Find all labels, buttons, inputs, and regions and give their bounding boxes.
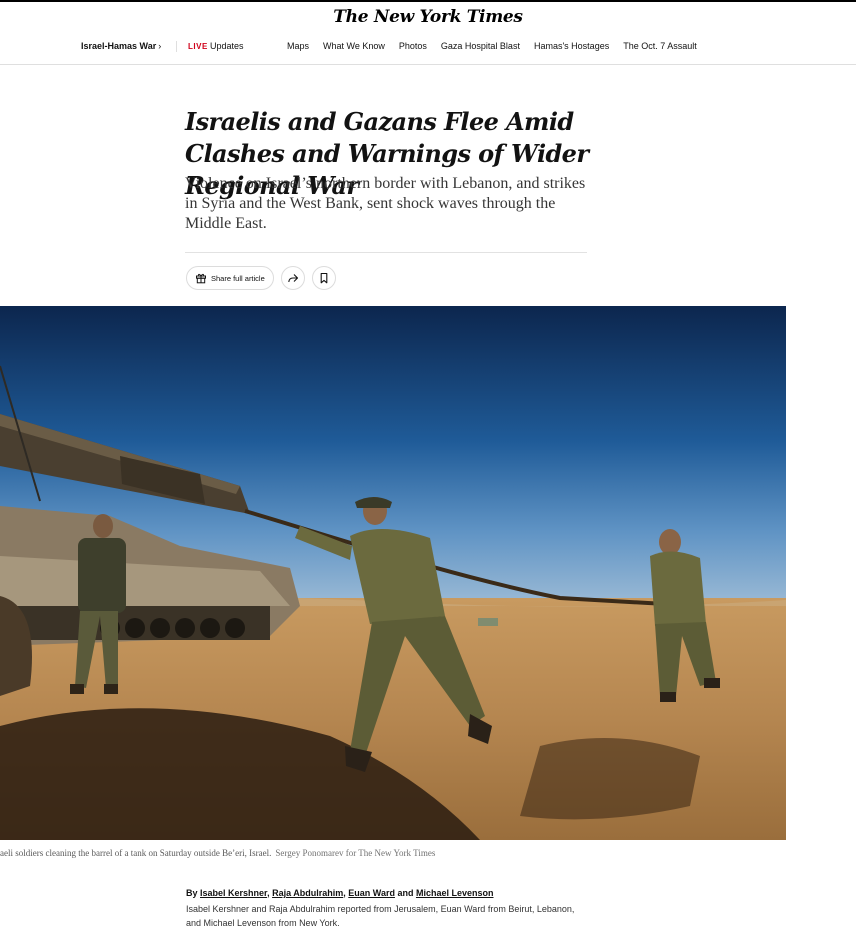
author-link[interactable]: Euan Ward [348,888,395,898]
bookmark-icon [320,272,328,284]
reporting-note: Isabel Kershner and Raja Abdulrahim repo… [186,904,575,928]
nav-link-photos[interactable]: Photos [399,41,427,51]
caption-text: aeli soldiers cleaning the barrel of a t… [0,848,272,858]
save-button[interactable] [312,266,336,290]
nav-link-hostages[interactable]: Hamas's Hostages [534,41,609,51]
live-badge: LIVE [188,42,208,51]
lead-photo [0,306,786,840]
byline: By Isabel Kershner, Raja Abdulrahim, Eua… [186,888,494,898]
headline-divider [185,252,587,253]
share-button[interactable] [281,266,305,290]
nav-links: Maps What We Know Photos Gaza Hospital B… [287,41,711,51]
nav-live-updates-link[interactable]: Updates [210,41,244,51]
byline-prefix: By [186,888,201,898]
nav-link-maps[interactable]: Maps [287,41,309,51]
nyt-logo[interactable]: The New York Times [333,7,523,27]
share-full-article-button[interactable]: Share full article [186,266,274,290]
nav-section-label: Israel-Hamas War [81,41,157,51]
author-link[interactable]: Isabel Kershner [200,888,267,898]
article-summary: Violence on Israel’s northern border wit… [185,175,586,232]
nav-divider [176,41,177,52]
share-arrow-icon [288,274,299,283]
gift-icon [196,273,206,284]
author-link[interactable]: Michael Levenson [416,888,494,898]
section-nav: Israel-Hamas War › LIVE Updates Maps What… [0,32,856,65]
nav-section-title[interactable]: Israel-Hamas War › [81,41,161,51]
photo-credit: Sergey Ponomarev for The New York Times [275,848,436,858]
chevron-right-icon: › [158,41,162,51]
share-button-label: Share full article [211,273,265,283]
masthead: The New York Times [0,2,856,32]
soldiers-tank-photo [0,306,786,840]
nav-link-what-we-know[interactable]: What We Know [323,41,385,51]
nav-link-oct7-assault[interactable]: The Oct. 7 Assault [623,41,697,51]
byline-separator: and [394,888,416,898]
photo-caption: aeli soldiers cleaning the barrel of a t… [0,848,435,858]
author-link[interactable]: Raja Abdulrahim [272,888,343,898]
nav-link-gaza-hospital-blast[interactable]: Gaza Hospital Blast [441,41,520,51]
